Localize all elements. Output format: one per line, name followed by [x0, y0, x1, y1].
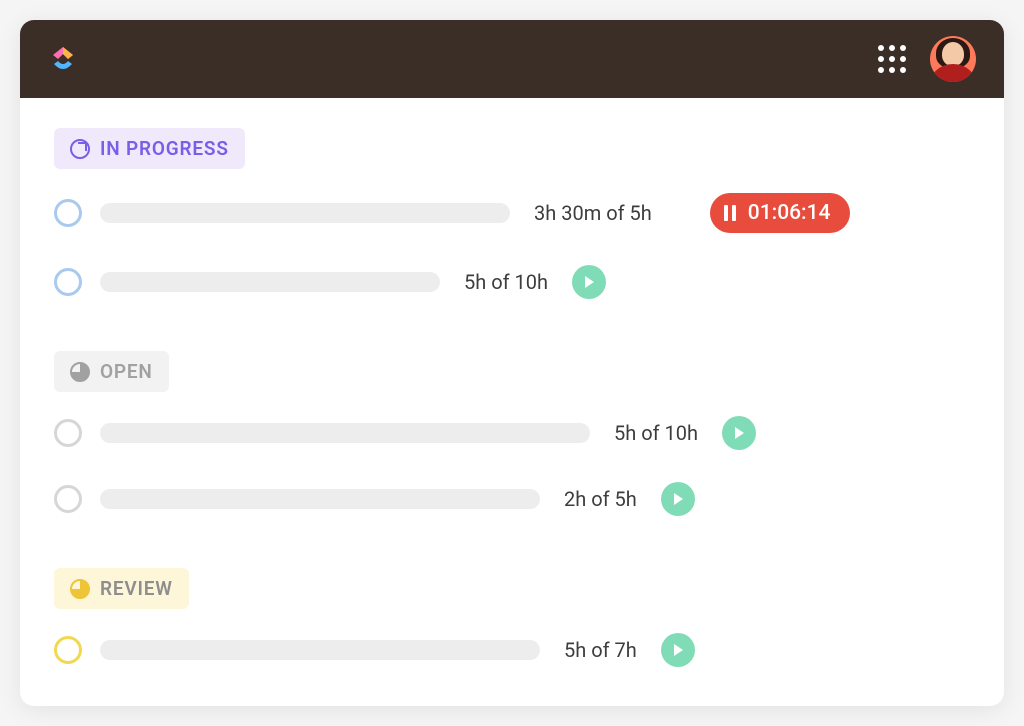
start-timer-button[interactable] — [661, 633, 695, 667]
task-time-estimate: 5h of 10h — [464, 270, 548, 294]
app-logo[interactable] — [48, 44, 78, 74]
task-time-estimate: 5h of 7h — [564, 638, 637, 662]
timer-value: 01:06:14 — [748, 201, 831, 225]
task-title-placeholder — [100, 203, 510, 223]
task-status-toggle[interactable] — [54, 268, 82, 296]
play-icon — [582, 275, 596, 289]
task-row: 2h of 5h — [54, 482, 970, 516]
status-badge-open[interactable]: OPEN — [54, 351, 169, 392]
task-title-placeholder — [100, 640, 540, 660]
progress-icon — [70, 579, 90, 599]
user-avatar[interactable] — [930, 36, 976, 82]
group-in-progress: IN PROGRESS 3h 30m of 5h 01:06:14 5h of … — [54, 128, 970, 331]
status-badge-in-progress[interactable]: IN PROGRESS — [54, 128, 245, 169]
timer-running-pill[interactable]: 01:06:14 — [710, 193, 851, 233]
task-row: 5h of 10h — [54, 265, 970, 299]
task-row: 5h of 7h — [54, 633, 970, 667]
app-window: IN PROGRESS 3h 30m of 5h 01:06:14 5h of … — [20, 20, 1004, 706]
play-icon — [671, 643, 685, 657]
group-open: OPEN 5h of 10h 2h of 5h — [54, 351, 970, 548]
start-timer-button[interactable] — [661, 482, 695, 516]
start-timer-button[interactable] — [722, 416, 756, 450]
start-timer-button[interactable] — [572, 265, 606, 299]
play-icon — [671, 492, 685, 506]
task-list: IN PROGRESS 3h 30m of 5h 01:06:14 5h of … — [20, 98, 1004, 706]
play-icon — [732, 426, 746, 440]
apps-menu-icon[interactable] — [878, 45, 906, 73]
task-title-placeholder — [100, 489, 540, 509]
group-review: REVIEW 5h of 7h — [54, 568, 970, 667]
task-status-toggle[interactable] — [54, 636, 82, 664]
task-status-toggle[interactable] — [54, 419, 82, 447]
app-header — [20, 20, 1004, 98]
task-status-toggle[interactable] — [54, 485, 82, 513]
task-time-estimate: 2h of 5h — [564, 487, 637, 511]
clock-icon — [70, 139, 90, 159]
status-label: REVIEW — [100, 577, 173, 600]
task-time-estimate: 3h 30m of 5h — [534, 201, 652, 225]
task-row: 5h of 10h — [54, 416, 970, 450]
task-time-estimate: 5h of 10h — [614, 421, 698, 445]
progress-icon — [70, 362, 90, 382]
task-row: 3h 30m of 5h 01:06:14 — [54, 193, 970, 233]
status-badge-review[interactable]: REVIEW — [54, 568, 189, 609]
status-label: IN PROGRESS — [100, 137, 229, 160]
task-title-placeholder — [100, 272, 440, 292]
task-title-placeholder — [100, 423, 590, 443]
status-label: OPEN — [100, 360, 153, 383]
task-status-toggle[interactable] — [54, 199, 82, 227]
header-actions — [878, 36, 976, 82]
pause-icon — [724, 205, 736, 221]
